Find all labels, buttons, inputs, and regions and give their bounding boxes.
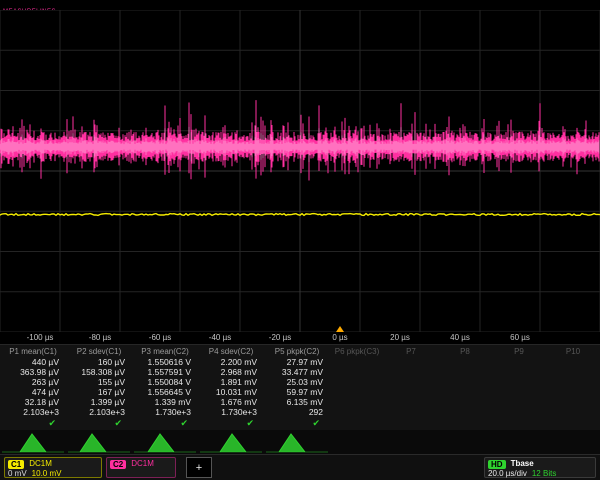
time-axis: -100 µs -80 µs -60 µs -40 µs -20 µs 0 µs 20 µs… <box>0 332 600 344</box>
histicon-p5[interactable] <box>264 430 330 454</box>
measure-value: 160 µV <box>66 357 132 367</box>
measure-value: 474 µV <box>0 387 66 397</box>
histicon-p2[interactable] <box>66 430 132 454</box>
measure-value: 1.676 mV <box>198 397 264 407</box>
waveform-display <box>0 10 600 332</box>
histicon-p3[interactable] <box>132 430 198 454</box>
timebase-label: Tbase <box>511 459 534 469</box>
bottom-bar: C1 DC1M 0 mV 10.0 mV C2 DC1M + HD Tbase <box>0 454 600 480</box>
measure-header[interactable]: P4 sdev(C2) <box>198 346 264 357</box>
measure-header[interactable]: P9 <box>492 346 546 357</box>
measure-value: 167 µV <box>66 387 132 397</box>
measure-value: 1.399 µV <box>66 397 132 407</box>
oscilloscope-screen: MEASURELINES -100 µs -80 µs -60 µs -40 µs -2… <box>0 0 600 480</box>
measure-header[interactable]: P2 sdev(C1) <box>66 346 132 357</box>
measure-column-p2[interactable]: P2 sdev(C1)160 µV158.308 µV155 µV167 µV1… <box>66 346 132 430</box>
measure-column-p3[interactable]: P3 mean(C2)1.550616 V1.557591 V1.550084 … <box>132 346 198 430</box>
measure-header[interactable]: P6 pkpk(C3) <box>330 346 384 357</box>
channel1-chip[interactable]: C1 <box>8 460 24 469</box>
measure-column-p10[interactable]: P10 <box>546 346 600 430</box>
time-tick-label: 40 µs <box>450 333 470 342</box>
measure-value: 1.891 mV <box>198 377 264 387</box>
measure-value: 1.550616 V <box>132 357 198 367</box>
channel1-vdiv: 10.0 mV <box>32 469 62 479</box>
measure-value: 440 µV <box>0 357 66 367</box>
measure-status-ok: ✔ <box>132 417 198 429</box>
time-tick-label: -40 µs <box>209 333 231 342</box>
measure-header[interactable]: P7 <box>384 346 438 357</box>
time-tick-label: -100 µs <box>27 333 54 342</box>
timebase-bits: 12 Bits <box>532 469 556 479</box>
channel1-coupling: DC1M <box>29 459 52 469</box>
measure-column-p9[interactable]: P9 <box>492 346 546 430</box>
measure-value: 1.550084 V <box>132 377 198 387</box>
measure-header[interactable]: P8 <box>438 346 492 357</box>
measure-value: 363.98 µV <box>0 367 66 377</box>
measure-status-ok: ✔ <box>264 417 330 429</box>
timebase-descriptor[interactable]: HD Tbase 20.0 µs/div 12 Bits <box>484 457 596 478</box>
measure-header[interactable]: P10 <box>546 346 600 357</box>
histicon-p4[interactable] <box>198 430 264 454</box>
time-tick-label: -80 µs <box>89 333 111 342</box>
add-trace-button[interactable]: + <box>186 457 212 478</box>
hd-badge: HD <box>488 460 506 469</box>
channel2-chip[interactable]: C2 <box>110 460 126 469</box>
measure-column-p4[interactable]: P4 sdev(C2)2.200 mV2.968 mV1.891 mV10.03… <box>198 346 264 430</box>
time-tick-label: -60 µs <box>149 333 171 342</box>
measure-status-ok: ✔ <box>0 417 66 429</box>
plus-icon: + <box>196 462 202 474</box>
measure-value: 6.135 mV <box>264 397 330 407</box>
measure-value: 263 µV <box>0 377 66 387</box>
histicon-row <box>0 430 600 454</box>
timebase-value: 20.0 µs/div <box>488 469 527 479</box>
waveform-graticule[interactable] <box>0 10 600 332</box>
histicon-p1[interactable] <box>0 430 66 454</box>
measure-value: 1.557591 V <box>132 367 198 377</box>
channel2-descriptor[interactable]: C2 DC1M <box>106 457 176 478</box>
measure-value: 158.308 µV <box>66 367 132 377</box>
time-tick-label: 0 µs <box>332 333 347 342</box>
time-tick-label: 20 µs <box>390 333 410 342</box>
measure-column-p8[interactable]: P8 <box>438 346 492 430</box>
measure-column-p6[interactable]: P6 pkpk(C3) <box>330 346 384 430</box>
measure-status-ok: ✔ <box>198 417 264 429</box>
channel1-offset: 0 mV <box>8 469 27 479</box>
measure-status-ok: ✔ <box>66 417 132 429</box>
channel2-coupling: DC1M <box>131 459 154 469</box>
measure-value: 292 <box>264 407 330 417</box>
top-strip: MEASURELINES <box>0 0 600 10</box>
measure-value: 1.730e+3 <box>132 407 198 417</box>
measure-column-p1[interactable]: P1 mean(C1)440 µV363.98 µV263 µV474 µV32… <box>0 346 66 430</box>
measure-header[interactable]: P5 pkpk(C2) <box>264 346 330 357</box>
measure-value: 1.730e+3 <box>198 407 264 417</box>
measure-column-p5[interactable]: P5 pkpk(C2)27.97 mV33.477 mV25.03 mV59.9… <box>264 346 330 430</box>
measure-value: 2.103e+3 <box>66 407 132 417</box>
measure-value: 2.200 mV <box>198 357 264 367</box>
channel1-descriptor[interactable]: C1 DC1M 0 mV 10.0 mV <box>4 457 102 478</box>
measure-value: 25.03 mV <box>264 377 330 387</box>
measure-value: 1.339 mV <box>132 397 198 407</box>
measure-value: 155 µV <box>66 377 132 387</box>
measure-value: 33.477 mV <box>264 367 330 377</box>
measure-value: 27.97 mV <box>264 357 330 367</box>
time-tick-label: 60 µs <box>510 333 530 342</box>
time-tick-label: -20 µs <box>269 333 291 342</box>
measure-value: 32.18 µV <box>0 397 66 407</box>
measure-value: 2.968 mV <box>198 367 264 377</box>
measure-column-p7[interactable]: P7 <box>384 346 438 430</box>
measure-header[interactable]: P3 mean(C2) <box>132 346 198 357</box>
measure-value: 59.97 mV <box>264 387 330 397</box>
measure-value: 2.103e+3 <box>0 407 66 417</box>
measure-table: P1 mean(C1)440 µV363.98 µV263 µV474 µV32… <box>0 344 600 430</box>
measure-header[interactable]: P1 mean(C1) <box>0 346 66 357</box>
measure-value: 1.556645 V <box>132 387 198 397</box>
measure-value: 10.031 mV <box>198 387 264 397</box>
